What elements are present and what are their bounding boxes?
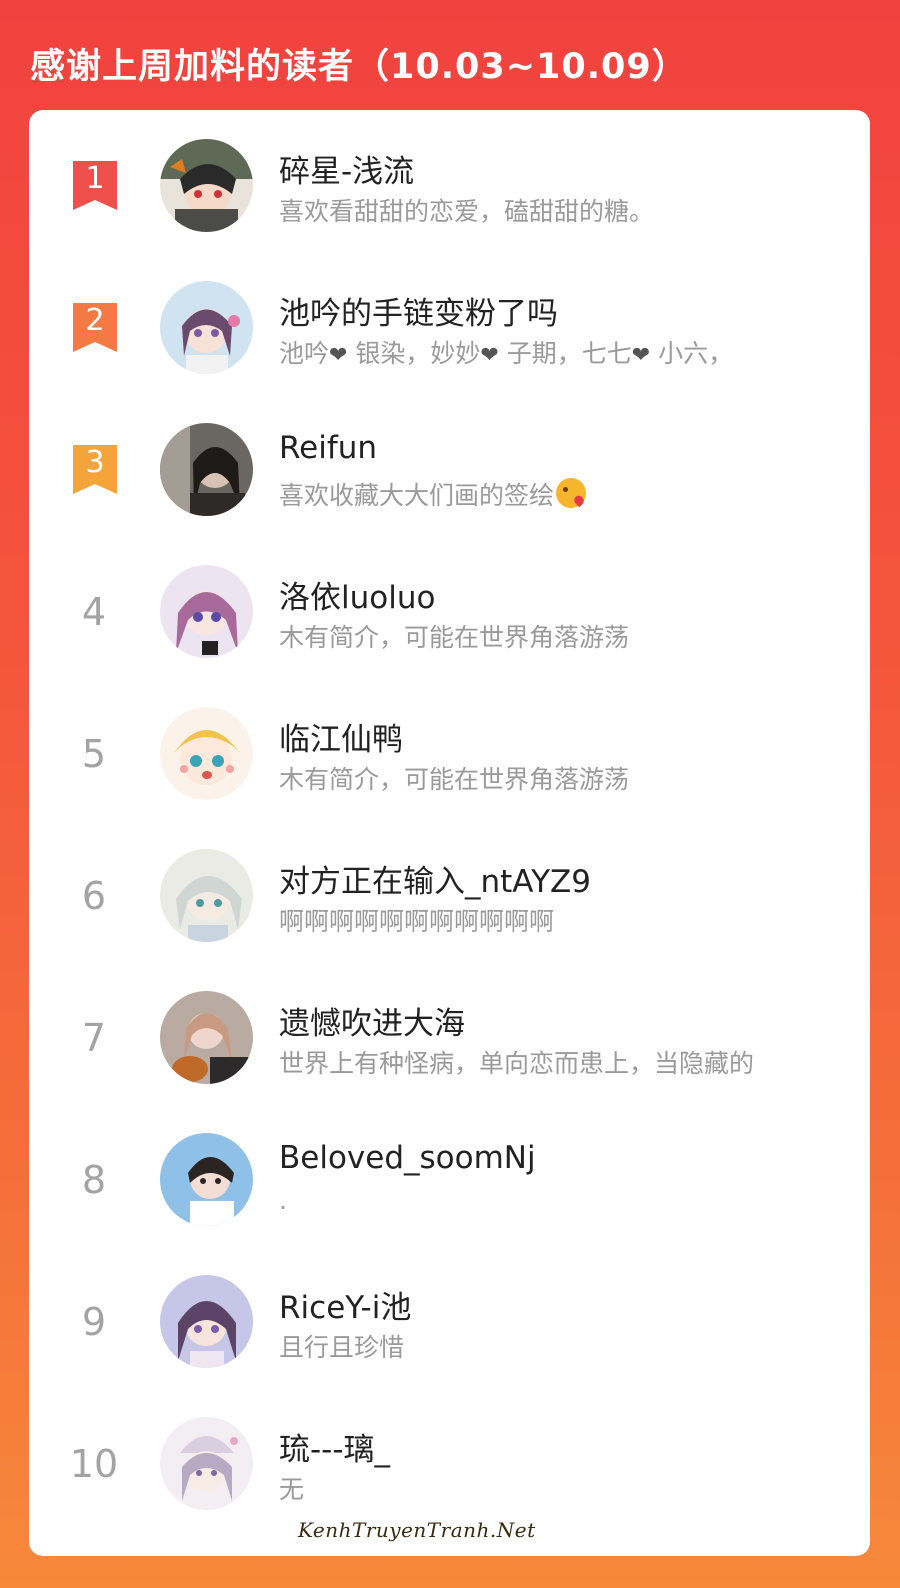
list-item[interactable]: 6 对方正在输入_ntAYZ9 啊啊啊啊啊啊啊啊啊啊啊 xyxy=(29,820,870,950)
rank-number: 2 xyxy=(85,303,105,338)
rank-number: 7 xyxy=(81,1016,107,1060)
face-blowing-kiss-emoji xyxy=(556,478,587,508)
desc-text: 池吟 xyxy=(279,339,330,368)
list-item[interactable]: 9 RiceY-i池 且行且珍惜 xyxy=(29,1246,870,1376)
reader-description: 无 xyxy=(279,1475,305,1504)
list-item[interactable]: 2 池吟的手链变粉了吗 池吟❤ 银染，妙妙❤ 子期，七七❤ 小六， xyxy=(29,252,870,382)
desc-text: 小六， xyxy=(650,339,734,368)
list-item[interactable]: 1 碎星-浅流 喜欢看甜甜的恋爱，磕甜甜的糖。 xyxy=(29,110,870,240)
desc-text: 子期，七七 xyxy=(498,339,632,368)
reader-name[interactable]: Reifun xyxy=(279,430,377,466)
list-item[interactable]: 4 洛依luoluo 木有简介，可能在世界角落游荡 xyxy=(29,536,870,666)
avatar[interactable] xyxy=(160,991,253,1084)
list-item[interactable]: 8 Beloved_soomNj . xyxy=(29,1104,870,1234)
rank-number: 5 xyxy=(81,732,107,776)
reader-description: 喜欢看甜甜的恋爱，磕甜甜的糖。 xyxy=(279,197,655,226)
rank-badge-gold: 1 xyxy=(70,158,120,212)
reader-name[interactable]: 临江仙鸭 xyxy=(279,714,403,759)
avatar[interactable] xyxy=(160,565,253,658)
avatar[interactable] xyxy=(160,1133,253,1226)
reader-description: 且行且珍惜 xyxy=(279,1333,405,1362)
watermark: KenhTruyenTranh.Net xyxy=(298,1518,536,1542)
avatar[interactable] xyxy=(160,281,253,374)
rank-number: 6 xyxy=(81,874,107,918)
desc-text: 喜欢收藏大大们画的签绘 xyxy=(279,481,555,510)
avatar[interactable] xyxy=(160,1275,253,1368)
reader-name[interactable]: RiceY-i池 xyxy=(279,1282,411,1327)
heart-icon: ❤ xyxy=(480,343,499,368)
list-item[interactable]: 5 临江仙鸭 木有简介，可能在世界角落游荡 xyxy=(29,678,870,808)
reader-description: 世界上有种怪病，单向恋而患上，当隐藏的 xyxy=(279,1049,755,1078)
heart-icon: ❤ xyxy=(631,343,651,368)
reader-description: 喜欢收藏大大们画的签绘 xyxy=(279,476,587,512)
reader-ranking-list: 1 碎星-浅流 喜欢看甜甜的恋爱，磕甜甜的糖。 2 池吟的手链变粉了吗 池吟❤ … xyxy=(29,110,870,1556)
avatar[interactable] xyxy=(160,423,253,516)
avatar[interactable] xyxy=(160,139,253,232)
rank-number: 8 xyxy=(81,1158,107,1202)
reader-description: . xyxy=(279,1186,287,1215)
rank-number: 10 xyxy=(69,1442,119,1486)
list-item[interactable]: 10 琉---璃_ 无 xyxy=(29,1388,870,1518)
reader-name[interactable]: 遗憾吹进大海 xyxy=(279,998,465,1043)
rank-number: 3 xyxy=(85,445,105,480)
avatar[interactable] xyxy=(160,1417,253,1510)
desc-text: 银染，妙妙 xyxy=(347,339,481,368)
rank-number: 4 xyxy=(81,590,107,634)
reader-name[interactable]: 池吟的手链变粉了吗 xyxy=(279,288,558,333)
rank-number: 9 xyxy=(81,1300,107,1344)
reader-name[interactable]: 洛依luoluo xyxy=(279,572,435,617)
page-title: 感谢上周加料的读者（10.03~10.09） xyxy=(30,47,688,87)
reader-name[interactable]: 碎星-浅流 xyxy=(279,146,414,191)
avatar[interactable] xyxy=(160,707,253,800)
reader-description: 啊啊啊啊啊啊啊啊啊啊啊 xyxy=(279,907,555,936)
reader-description: 木有简介，可能在世界角落游荡 xyxy=(279,623,630,652)
reader-name[interactable]: Beloved_soomNj xyxy=(279,1140,536,1176)
rank-badge-silver: 2 xyxy=(70,300,120,354)
reader-name[interactable]: 对方正在输入_ntAYZ9 xyxy=(279,856,591,901)
rank-number: 1 xyxy=(85,161,105,196)
list-item[interactable]: 7 遗憾吹进大海 世界上有种怪病，单向恋而患上，当隐藏的 xyxy=(29,962,870,1092)
list-item[interactable]: 3 Reifun 喜欢收藏大大们画的签绘 xyxy=(29,394,870,524)
reader-name[interactable]: 琉---璃_ xyxy=(279,1424,390,1469)
rank-badge-bronze: 3 xyxy=(70,442,120,496)
heart-icon: ❤ xyxy=(329,343,348,368)
reader-description: 池吟❤ 银染，妙妙❤ 子期，七七❤ 小六， xyxy=(279,334,733,370)
avatar[interactable] xyxy=(160,849,253,942)
reader-description: 木有简介，可能在世界角落游荡 xyxy=(279,765,630,794)
